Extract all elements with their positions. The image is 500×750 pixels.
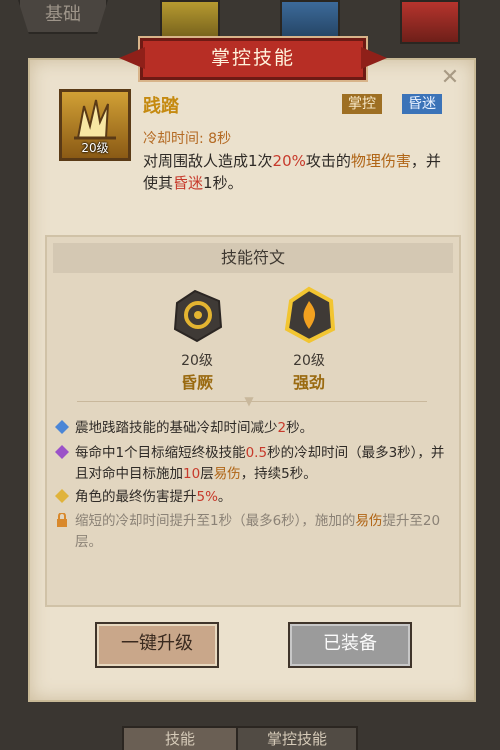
- skill-name: 践踏: [143, 96, 179, 117]
- text-segment: 1秒。: [203, 174, 243, 192]
- rune-name: 强劲: [292, 373, 325, 392]
- text-segment: 秒。: [286, 420, 314, 436]
- text-segment: 易伤: [355, 513, 383, 529]
- text-segment: 20%: [272, 152, 306, 170]
- rune-effect-3: 角色的最终伤害提升5%。: [55, 487, 445, 508]
- rune-effect-1: 震地践踏技能的基础冷却时间减少2秒。: [55, 418, 445, 439]
- lock-icon: [55, 512, 69, 534]
- text-segment: 缩短的冷却时间提升至1秒（最多6秒），施加的: [75, 513, 356, 529]
- rune-stun[interactable]: [167, 285, 227, 345]
- dialog-title-banner: 掌控技能: [140, 38, 366, 80]
- stun-swirl-icon: [173, 289, 223, 343]
- equipped-button[interactable]: 已装备: [288, 622, 412, 668]
- rune-name: 昏厥: [180, 373, 213, 392]
- text-segment: 10: [183, 466, 201, 482]
- text-segment: 攻击的: [305, 152, 351, 170]
- text-segment: 每命中1个目标缩短终极技能: [75, 445, 246, 461]
- stomp-icon: [74, 99, 116, 140]
- skill-level-badge: 20级: [81, 141, 109, 155]
- rune-level: 20级: [181, 353, 213, 369]
- text-segment: 0.5: [245, 445, 268, 461]
- rune-effect-locked: 缩短的冷却时间提升至1秒（最多6秒），施加的易伤提升至20层。: [57, 511, 445, 553]
- text-segment: 角色的最终伤害提升: [75, 489, 197, 505]
- close-icon[interactable]: ✕: [438, 66, 462, 90]
- rune-effect-2: 每命中1个目标缩短终极技能0.5秒的冷却时间（最多3秒），并且对命中目标施加10…: [55, 443, 445, 485]
- mastery-skill-dialog: ✕ 20级 践踏 掌控 昏迷 冷却时间: 8秒 对周围敌人造成1次20%攻击的物…: [28, 58, 476, 702]
- skill-icon: 20级: [59, 89, 131, 161]
- rune-strength[interactable]: [279, 285, 339, 345]
- text-segment: 5%: [196, 489, 218, 505]
- text-segment: 物理伤害: [350, 152, 411, 170]
- blue-diamond-icon: [55, 420, 69, 441]
- text-segment: 昏迷: [173, 174, 204, 192]
- text-segment: 2: [277, 420, 287, 436]
- tag-stun: 昏迷: [402, 94, 442, 114]
- text-segment: 震地践踏技能的基础冷却时间减少: [75, 420, 278, 436]
- background-skill-icon-red: [400, 0, 460, 44]
- rune-section-title: 技能符文: [53, 243, 453, 273]
- text-segment: 易伤: [213, 466, 241, 482]
- chevron-down-icon: ▼: [244, 394, 254, 408]
- tab-skills[interactable]: 技能: [122, 726, 238, 750]
- text-segment: 。: [217, 489, 232, 505]
- upgrade-all-button[interactable]: 一键升级: [95, 622, 219, 668]
- tab-mastery-skills[interactable]: 掌控技能: [236, 726, 358, 750]
- skill-description: 对周围敌人造成1次20%攻击的物理伤害，并使其昏迷1秒。: [143, 150, 453, 194]
- skill-cooldown: 冷却时间: 8秒: [143, 131, 232, 147]
- rune-level: 20级: [293, 353, 325, 369]
- basic-tab[interactable]: 基础: [18, 0, 108, 34]
- text-segment: 层: [200, 466, 214, 482]
- purple-diamond-icon: [55, 445, 69, 466]
- rune-section: 技能符文 20级 20级 昏厥 强劲 ▼ 震地践踏技能的基础冷却时间减少2秒。: [45, 235, 461, 607]
- tag-control: 掌控: [342, 94, 382, 114]
- text-segment: ，持续5秒。: [240, 466, 317, 482]
- flame-icon: [284, 286, 336, 344]
- text-segment: 对周围敌人造成1次: [143, 152, 273, 170]
- gold-diamond-icon: [55, 489, 69, 510]
